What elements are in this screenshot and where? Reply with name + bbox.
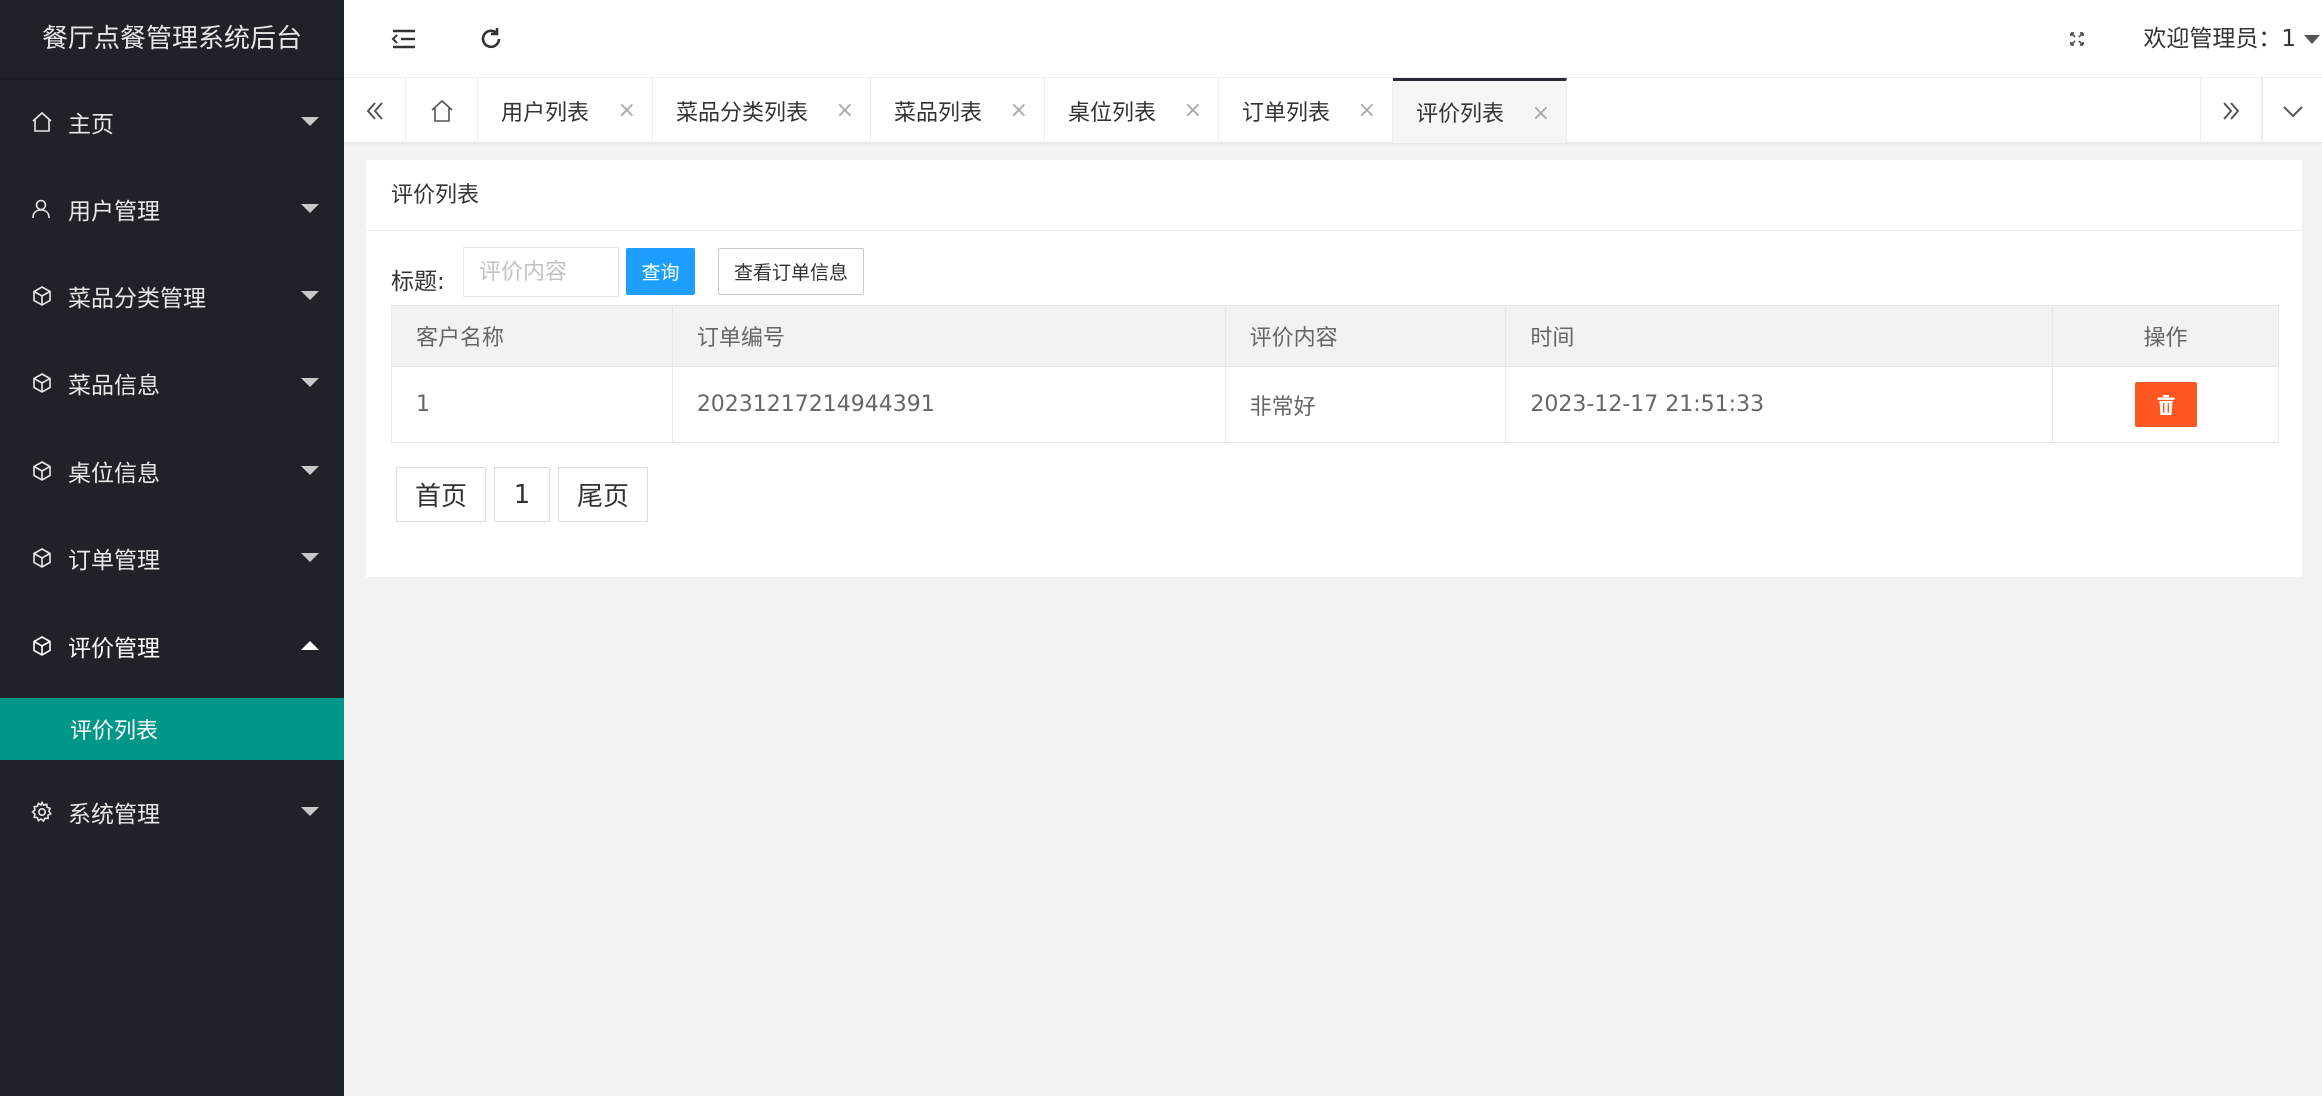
sidebar-item-system[interactable]: 系统管理: [0, 768, 344, 855]
close-icon[interactable]: ×: [1532, 103, 1550, 125]
chevron-down-icon: [2282, 105, 2303, 117]
chevron-down-icon: [301, 466, 319, 475]
tab-label: 用户列表: [501, 100, 590, 126]
sidebar-item-orders[interactable]: 订单管理: [0, 514, 344, 601]
column-header: 时间: [1505, 305, 2054, 367]
close-icon[interactable]: ×: [1358, 100, 1376, 122]
sidebar-item-home[interactable]: 主页: [0, 78, 344, 165]
cell-customer-name: 1: [391, 366, 673, 443]
sidebar-item-dish-categories[interactable]: 菜品分类管理: [0, 252, 344, 339]
tab-label: 评价列表: [1416, 102, 1505, 127]
chevron-down-icon: [301, 807, 319, 816]
sidebar-item-label: 菜品信息: [68, 372, 160, 399]
tabs-scroll-left-button[interactable]: [344, 78, 406, 143]
welcome-text: 欢迎管理员：1: [2143, 26, 2296, 52]
column-header: 操作: [2052, 305, 2279, 367]
sidebar-item-dishes[interactable]: 菜品信息: [0, 339, 344, 426]
card-title: 评价列表: [366, 160, 2302, 231]
menu-toggle-button[interactable]: [385, 20, 423, 58]
cell-actions: [2052, 366, 2279, 443]
tab-label: 订单列表: [1242, 100, 1331, 126]
last-page-button[interactable]: 尾页: [558, 467, 648, 522]
column-header: 订单编号: [671, 305, 1226, 367]
cube-icon: [27, 543, 57, 573]
home-icon: [430, 99, 453, 122]
column-header: 客户名称: [391, 305, 673, 367]
query-button[interactable]: 查询: [626, 248, 695, 295]
sidebar-item-label: 订单管理: [68, 547, 160, 574]
tabs-menu-button[interactable]: [2262, 78, 2322, 143]
cube-icon: [27, 631, 57, 661]
chevron-down-icon: [301, 204, 319, 213]
sidebar-item-users[interactable]: 用户管理: [0, 165, 344, 252]
close-icon[interactable]: ×: [1184, 100, 1202, 122]
sidebar-item-label: 菜品分类管理: [68, 285, 206, 312]
app-logo-title: 餐厅点餐管理系统后台: [0, 0, 344, 78]
sidebar-item-reviews[interactable]: 评价管理: [0, 602, 344, 689]
tab-table-list[interactable]: 桌位列表 ×: [1045, 78, 1219, 143]
chevron-down-icon: [301, 117, 319, 126]
sidebar: 餐厅点餐管理系统后台 主页 用户管理 菜品分类管理 菜品信息 桌位信息 订单管理…: [0, 0, 344, 1096]
chevron-down-icon: [301, 553, 319, 562]
menu-fold-icon: [391, 29, 415, 49]
sidebar-item-label: 桌位信息: [68, 460, 160, 487]
home-icon: [27, 107, 57, 137]
chevron-down-icon: [301, 378, 319, 387]
fullscreen-icon: [2070, 32, 2084, 46]
tab-review-list[interactable]: 评价列表 ×: [1393, 78, 1567, 143]
refresh-button[interactable]: [472, 20, 510, 58]
chevron-up-icon: [301, 641, 319, 650]
admin-user-menu[interactable]: 欢迎管理员：1: [2143, 0, 2320, 78]
pagination: 首页 1 尾页: [396, 467, 656, 522]
sidebar-item-label: 用户管理: [68, 198, 160, 225]
top-header: 欢迎管理员：1: [344, 0, 2322, 78]
tab-order-list[interactable]: 订单列表 ×: [1219, 78, 1393, 143]
refresh-icon: [481, 28, 501, 49]
tab-dish-category-list[interactable]: 菜品分类列表 ×: [653, 78, 871, 143]
chevron-down-icon: [301, 291, 319, 300]
fullscreen-button[interactable]: [2058, 20, 2096, 58]
double-chevron-right-icon: [2223, 101, 2240, 120]
tabs-scroll-right-button[interactable]: [2200, 78, 2262, 143]
tab-home[interactable]: [406, 78, 478, 143]
view-order-info-button[interactable]: 查看订单信息: [718, 248, 864, 295]
tab-label: 桌位列表: [1068, 100, 1157, 126]
search-label: 标题:: [391, 269, 445, 295]
table-header-row: 客户名称 订单编号 评价内容 时间 操作: [391, 305, 2279, 367]
delete-button[interactable]: [2134, 382, 2197, 427]
column-header: 评价内容: [1224, 305, 1507, 367]
tabs-bar: 用户列表 × 菜品分类列表 × 菜品列表 × 桌位列表 × 订单列表 × 评价列…: [344, 78, 2322, 143]
first-page-button[interactable]: 首页: [396, 467, 486, 522]
sidebar-item-tables[interactable]: 桌位信息: [0, 427, 344, 514]
close-icon[interactable]: ×: [618, 100, 636, 122]
cell-time: 2023-12-17 21:51:33: [1505, 366, 2054, 443]
search-input[interactable]: [463, 247, 619, 297]
tab-user-list[interactable]: 用户列表 ×: [478, 78, 653, 143]
table-row: 1 20231217214944391 非常好 2023-12-17 21:51…: [391, 366, 2279, 443]
sidebar-item-label: 评价管理: [68, 635, 160, 662]
cell-review-content: 非常好: [1224, 366, 1507, 443]
tab-dish-list[interactable]: 菜品列表 ×: [871, 78, 1045, 143]
cube-icon: [27, 456, 57, 486]
sidebar-subitem-review-list[interactable]: 评价列表: [0, 698, 344, 760]
page-number-button[interactable]: 1: [494, 467, 550, 522]
cell-order-number: 20231217214944391: [671, 366, 1226, 443]
close-icon[interactable]: ×: [836, 100, 854, 122]
cube-icon: [27, 368, 57, 398]
double-chevron-left-icon: [366, 101, 383, 120]
review-list-card: 评价列表 标题: 查询 查看订单信息 客户名称 订单编号 评价内容 时间 操作 …: [366, 160, 2302, 577]
tab-label: 菜品列表: [894, 100, 983, 126]
cube-icon: [27, 281, 57, 311]
close-icon[interactable]: ×: [1010, 100, 1028, 122]
gear-icon: [27, 797, 57, 827]
chevron-down-icon: [2304, 34, 2320, 44]
trash-icon: [2157, 394, 2175, 415]
user-icon: [27, 194, 57, 224]
sidebar-item-label: 系统管理: [68, 801, 160, 828]
tab-label: 菜品分类列表: [676, 100, 809, 126]
review-table: 客户名称 订单编号 评价内容 时间 操作 1 20231217214944391…: [391, 305, 2279, 443]
sidebar-item-label: 主页: [68, 111, 114, 138]
